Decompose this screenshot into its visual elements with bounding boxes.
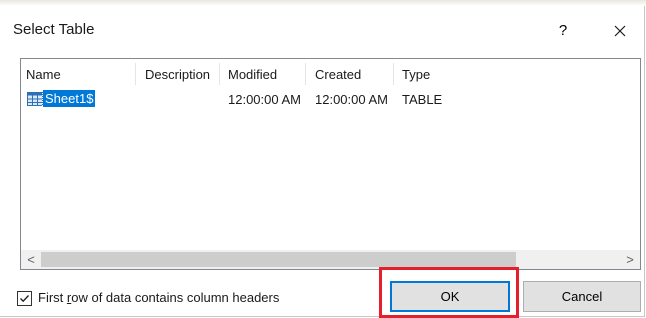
header-row-checkbox-label[interactable]: First row of data contains column header… — [38, 290, 279, 305]
close-icon — [614, 25, 626, 37]
table-icon — [27, 92, 43, 106]
scrollbar-thumb[interactable] — [41, 252, 516, 267]
modified-cell: 12:00:00 AM — [228, 92, 301, 107]
column-divider[interactable] — [393, 63, 394, 85]
column-divider[interactable] — [219, 63, 220, 85]
close-button[interactable] — [606, 18, 634, 44]
column-header-modified[interactable]: Modified — [228, 67, 277, 82]
scroll-left-button[interactable]: < — [21, 250, 41, 269]
dialog-title: Select Table — [13, 21, 95, 38]
ok-button[interactable]: OK — [390, 281, 510, 312]
table-row[interactable]: Sheet1$ 12:00:00 AM 12:00:00 AM TABLE — [21, 89, 640, 109]
column-header-created[interactable]: Created — [315, 67, 361, 82]
column-header-name[interactable]: Name — [26, 67, 61, 82]
table-name-cell[interactable]: Sheet1$ — [41, 89, 97, 108]
created-cell: 12:00:00 AM — [315, 92, 388, 107]
column-divider[interactable] — [135, 63, 136, 85]
type-cell: TABLE — [402, 92, 443, 107]
column-header-description[interactable]: Description — [145, 67, 210, 82]
column-divider[interactable] — [305, 63, 306, 85]
horizontal-scrollbar[interactable]: < > — [21, 250, 640, 269]
select-table-dialog: Select Table ? Name Description Modified… — [0, 0, 646, 318]
dialog-top-edge — [0, 0, 646, 6]
table-list[interactable]: Name Description Modified Created Type S… — [20, 58, 641, 270]
checkmark-icon — [20, 295, 29, 303]
scroll-right-button[interactable]: > — [620, 250, 640, 269]
cancel-button[interactable]: Cancel — [523, 281, 641, 312]
column-header-type[interactable]: Type — [402, 67, 430, 82]
help-button[interactable]: ? — [551, 18, 575, 44]
header-row-checkbox[interactable] — [17, 291, 32, 306]
